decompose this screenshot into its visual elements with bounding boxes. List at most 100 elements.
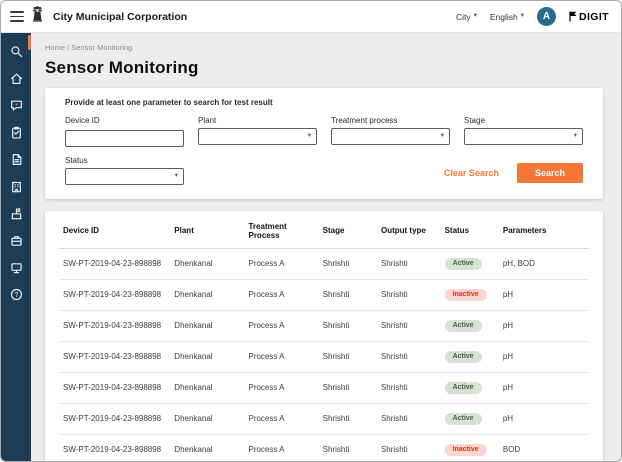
city-dropdown[interactable]: City ▾ [456, 12, 477, 22]
search-icon[interactable] [9, 44, 24, 58]
digit-logo: DIGIT [569, 11, 609, 23]
cell-output-type: Shrishti [377, 434, 441, 461]
search-hint: Provide at least one parameter to search… [65, 98, 583, 107]
cell-status: Active [441, 403, 499, 434]
col-output-type: Output type [377, 213, 441, 249]
cell-stage: Shrishti [319, 279, 377, 310]
cell-status: Active [441, 341, 499, 372]
language-dropdown[interactable]: English ▾ [490, 12, 524, 22]
checklist-icon[interactable] [9, 125, 24, 139]
device-id-field: Device ID [65, 116, 184, 147]
status-badge: Inactive [445, 444, 487, 456]
cell-treatment-process: Process A [244, 341, 318, 372]
treatment-process-field: Treatment process ▾ [331, 116, 450, 147]
table-row: SW-PT-2019-04-23-898898 Dhenkanal Proces… [59, 341, 589, 372]
cell-status: Active [441, 372, 499, 403]
table-header-row: Device ID Plant Treatment Process Stage … [59, 213, 589, 249]
cell-output-type: Shrishti [377, 248, 441, 279]
hamburger-menu-icon[interactable] [10, 9, 24, 23]
cell-device-id: SW-PT-2019-04-23-898898 [59, 434, 170, 461]
cell-parameters: pH [499, 310, 589, 341]
breadcrumb-separator: / [67, 43, 69, 52]
stage-field: Stage ▾ [464, 116, 583, 147]
device-id-label: Device ID [65, 116, 184, 125]
status-badge: Active [445, 382, 482, 394]
cell-output-type: Shrishti [377, 279, 441, 310]
app-window: City Municipal Corporation City ▾ Englis… [0, 0, 622, 462]
document-icon[interactable] [9, 152, 24, 166]
table-row: SW-PT-2019-04-23-898898 Dhenkanal Proces… [59, 310, 589, 341]
chevron-down-icon: ▾ [441, 133, 444, 140]
plant-field: Plant ▾ [198, 116, 317, 147]
sidebar-scrollbar[interactable] [28, 35, 31, 50]
briefcase-icon[interactable] [9, 233, 24, 247]
col-treatment-process: Treatment Process [244, 213, 318, 249]
search-panel: Provide at least one parameter to search… [45, 88, 603, 199]
table-row: SW-PT-2019-04-23-898898 Dhenkanal Proces… [59, 279, 589, 310]
cell-treatment-process: Process A [244, 310, 318, 341]
plant-select[interactable]: ▾ [198, 128, 317, 145]
results-table: Device ID Plant Treatment Process Stage … [59, 213, 589, 462]
status-select[interactable]: ▾ [65, 168, 184, 185]
page-title: Sensor Monitoring [45, 58, 603, 78]
user-avatar[interactable]: A [537, 7, 556, 26]
cell-treatment-process: Process A [244, 248, 318, 279]
col-parameters: Parameters [499, 213, 589, 249]
table-row: SW-PT-2019-04-23-898898 Dhenkanal Proces… [59, 403, 589, 434]
cell-parameters: pH [499, 403, 589, 434]
app-title: City Municipal Corporation [53, 11, 187, 23]
table-body: SW-PT-2019-04-23-898898 Dhenkanal Proces… [59, 248, 589, 461]
building-icon[interactable] [9, 179, 24, 193]
cell-treatment-process: Process A [244, 279, 318, 310]
cell-device-id: SW-PT-2019-04-23-898898 [59, 341, 170, 372]
cell-parameters: pH [499, 372, 589, 403]
breadcrumb-current: Sensor Monitoring [71, 43, 132, 52]
stage-label: Stage [464, 116, 583, 125]
chevron-down-icon: ▾ [521, 13, 524, 20]
left-sidebar: ? [1, 33, 31, 461]
clear-search-link[interactable]: Clear Search [444, 168, 499, 178]
status-badge: Inactive [445, 289, 487, 301]
results-table-card: Device ID Plant Treatment Process Stage … [45, 211, 603, 462]
col-stage: Stage [319, 213, 377, 249]
chevron-down-icon: ▾ [574, 133, 577, 140]
status-badge: Active [445, 258, 482, 270]
cell-output-type: Shrishti [377, 341, 441, 372]
cell-device-id: SW-PT-2019-04-23-898898 [59, 248, 170, 279]
cell-plant: Dhenkanal [170, 403, 244, 434]
stage-select[interactable]: ▾ [464, 128, 583, 145]
svg-text:?: ? [14, 291, 18, 298]
cell-plant: Dhenkanal [170, 434, 244, 461]
col-plant: Plant [170, 213, 244, 249]
cell-stage: Shrishti [319, 403, 377, 434]
breadcrumb-home[interactable]: Home [45, 43, 65, 52]
municipal-building-icon[interactable] [9, 206, 24, 220]
treatment-process-select[interactable]: ▾ [331, 128, 450, 145]
cell-stage: Shrishti [319, 310, 377, 341]
home-icon[interactable] [9, 71, 24, 85]
status-field: Status ▾ [65, 156, 184, 185]
complaints-icon[interactable] [9, 98, 24, 112]
cell-plant: Dhenkanal [170, 279, 244, 310]
cell-parameters: pH [499, 341, 589, 372]
status-badge: Active [445, 413, 482, 425]
search-button[interactable]: Search [517, 163, 583, 183]
col-device-id: Device ID [59, 213, 170, 249]
help-icon[interactable]: ? [9, 287, 24, 301]
cell-treatment-process: Process A [244, 372, 318, 403]
cell-plant: Dhenkanal [170, 248, 244, 279]
cell-device-id: SW-PT-2019-04-23-898898 [59, 403, 170, 434]
cell-stage: Shrishti [319, 341, 377, 372]
cell-stage: Shrishti [319, 434, 377, 461]
cell-output-type: Shrishti [377, 372, 441, 403]
chevron-down-icon: ▾ [474, 13, 477, 20]
billing-screen-icon[interactable] [9, 260, 24, 274]
cell-device-id: SW-PT-2019-04-23-898898 [59, 279, 170, 310]
status-badge: Active [445, 320, 482, 332]
cell-status: Inactive [441, 279, 499, 310]
cell-output-type: Shrishti [377, 403, 441, 434]
device-id-input[interactable] [65, 130, 184, 147]
cell-parameters: pH, BOD [499, 248, 589, 279]
plant-label: Plant [198, 116, 317, 125]
col-status: Status [441, 213, 499, 249]
